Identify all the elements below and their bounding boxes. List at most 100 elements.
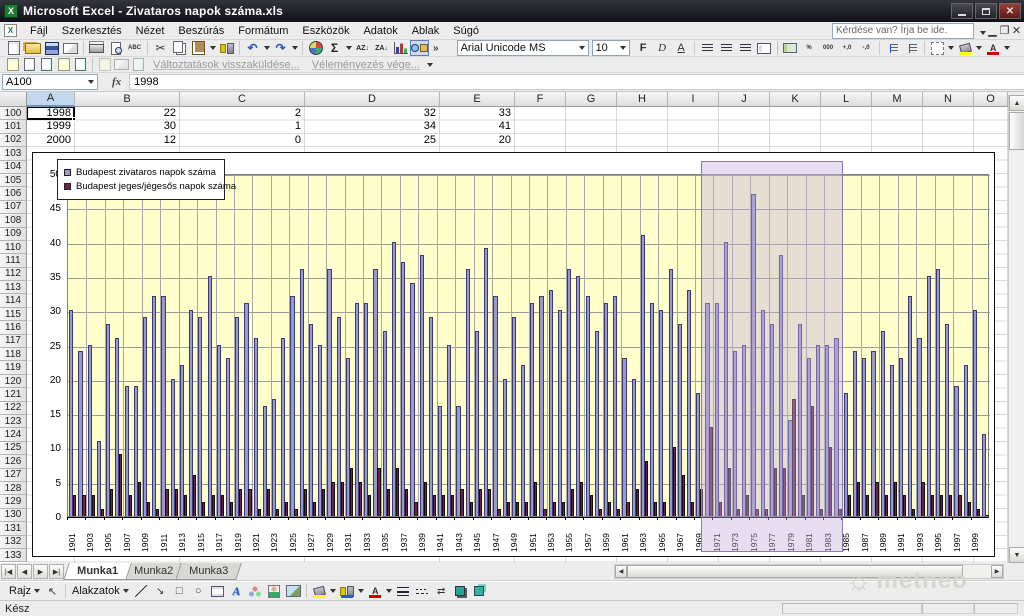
fill-color-icon[interactable] [956, 40, 975, 56]
font-size-combo[interactable]: 10 [592, 40, 630, 56]
percent-icon[interactable]: % [800, 40, 819, 56]
grid-cell-D102[interactable]: 25 [305, 134, 439, 147]
scroll-down-icon[interactable]: ▼ [1009, 547, 1024, 563]
row-header-106[interactable]: 106 [0, 187, 27, 200]
borders-icon[interactable] [928, 40, 947, 56]
line-color-icon-dropdown[interactable] [357, 583, 366, 599]
grid-cell-B101[interactable]: 30 [75, 120, 179, 133]
insert-picture-icon[interactable] [284, 583, 303, 599]
align-center-icon[interactable] [717, 40, 736, 56]
row-header-114[interactable]: 114 [0, 294, 27, 307]
3d-style-icon[interactable] [470, 583, 489, 599]
row-header-109[interactable]: 109 [0, 228, 27, 241]
hyperlink-icon[interactable] [306, 40, 325, 56]
sort-descending-icon[interactable]: ZA↓ [372, 40, 391, 56]
paste-icon-dropdown[interactable] [208, 40, 217, 56]
row-header-128[interactable]: 128 [0, 482, 27, 495]
row-header-126[interactable]: 126 [0, 455, 27, 468]
column-header-O[interactable]: O [974, 92, 1008, 107]
redo-icon[interactable]: ↷ [271, 40, 290, 56]
menu-beszrs[interactable]: Beszúrás [171, 23, 231, 39]
grid-cell-E101[interactable]: 41 [440, 120, 514, 133]
toolbar-options-icon[interactable] [426, 57, 435, 73]
row-header-122[interactable]: 122 [0, 402, 27, 415]
sort-ascending-icon[interactable]: AZ↓ [353, 40, 372, 56]
autosum-icon[interactable]: Σ [325, 40, 344, 56]
close-button[interactable]: ✕ [999, 3, 1021, 19]
grid-cell-B102[interactable]: 12 [75, 134, 179, 147]
fill-color-icon-dropdown[interactable] [329, 583, 338, 599]
menu-fjl[interactable]: Fájl [23, 23, 55, 39]
rectangle-shape-icon[interactable]: □ [170, 583, 189, 599]
formula-input[interactable]: 1998 [129, 74, 1024, 90]
workbook-close-button[interactable]: ✕ [1011, 24, 1022, 37]
thousands-icon[interactable]: 000 [819, 40, 838, 56]
font-color-icon-dropdown[interactable] [1003, 40, 1012, 56]
fx-icon[interactable]: fx [98, 76, 129, 88]
row-header-127[interactable]: 127 [0, 469, 27, 482]
undo-icon[interactable]: ↶ [243, 40, 262, 56]
row-header-124[interactable]: 124 [0, 428, 27, 441]
drawing-icon[interactable] [410, 40, 429, 56]
decrease-decimal-icon[interactable]: -,0 [857, 40, 876, 56]
column-header-K[interactable]: K [770, 92, 821, 107]
row-header-131[interactable]: 131 [0, 522, 27, 535]
column-header-A[interactable]: A [27, 92, 75, 107]
horizontal-scrollbar[interactable]: ◀ ▶ [614, 564, 1004, 579]
grid-cell-E102[interactable]: 20 [440, 134, 514, 147]
sheet-tab-munka1[interactable]: Munka1 [63, 563, 131, 580]
bold-button[interactable]: F [634, 40, 653, 56]
next-sheet-icon[interactable]: ▶ [33, 564, 48, 579]
column-header-N[interactable]: N [923, 92, 974, 107]
autoshapes-menu-button[interactable]: Alakzatok [69, 585, 132, 597]
last-sheet-icon[interactable]: ▶| [49, 564, 64, 579]
fill-handle[interactable] [72, 117, 76, 121]
scroll-right-icon[interactable]: ▶ [991, 565, 1003, 578]
scroll-left-icon[interactable]: ◀ [615, 565, 627, 578]
row-header-120[interactable]: 120 [0, 375, 27, 388]
shadow-style-icon[interactable] [451, 583, 470, 599]
grid-cell-E100[interactable]: 33 [440, 107, 514, 120]
font-name-combo[interactable]: Arial Unicode MS [457, 40, 589, 56]
show-comment-icon[interactable] [55, 58, 72, 72]
grid-cell-D100[interactable]: 32 [305, 107, 439, 120]
select-pointer-icon[interactable]: ↖ [43, 583, 62, 599]
row-header-121[interactable]: 121 [0, 388, 27, 401]
vertical-scrollbar[interactable]: ▲ ▼ [1008, 95, 1024, 563]
fill-color-icon-dropdown[interactable] [975, 40, 984, 56]
grid-cell-D101[interactable]: 34 [305, 120, 439, 133]
row-header-130[interactable]: 130 [0, 509, 27, 522]
row-header-108[interactable]: 108 [0, 214, 27, 227]
minimize-button[interactable] [951, 3, 973, 19]
merge-center-icon[interactable] [755, 40, 774, 56]
borders-icon-dropdown[interactable] [947, 40, 956, 56]
grid-cell-A101[interactable]: 1999 [27, 120, 74, 133]
diagram-icon[interactable] [246, 583, 265, 599]
column-header-I[interactable]: I [668, 92, 719, 107]
workbook-minimize-button[interactable]: ▁ [987, 24, 998, 37]
prev-sheet-icon[interactable]: ◀ [17, 564, 32, 579]
text-box-icon[interactable] [208, 583, 227, 599]
wordart-icon[interactable]: A [227, 583, 246, 599]
grid-cell-A102[interactable]: 2000 [27, 134, 74, 147]
question-dropdown-icon[interactable] [980, 26, 986, 38]
row-header-104[interactable]: 104 [0, 161, 27, 174]
row-header-103[interactable]: 103 [0, 147, 27, 160]
font-color-icon-dropdown[interactable] [385, 583, 394, 599]
dash-style-icon[interactable] [413, 583, 432, 599]
draw-menu-button[interactable]: Rajz [6, 585, 43, 597]
row-header-123[interactable]: 123 [0, 415, 27, 428]
row-header-132[interactable]: 132 [0, 536, 27, 549]
menu-eszkzk[interactable]: Eszközök [295, 23, 356, 39]
increase-decimal-icon[interactable]: +,0 [838, 40, 857, 56]
row-header-117[interactable]: 117 [0, 335, 27, 348]
row-header-133[interactable]: 133 [0, 549, 27, 562]
line-shape-icon[interactable] [132, 583, 151, 599]
row-header-101[interactable]: 101 [0, 120, 27, 133]
edit-comment-icon[interactable] [4, 58, 21, 72]
mail-icon[interactable] [61, 40, 80, 56]
autosum-icon-dropdown[interactable] [344, 40, 353, 56]
grid-cell-C100[interactable]: 2 [180, 107, 304, 120]
arrow-shape-icon[interactable]: ↘ [151, 583, 170, 599]
row-header-111[interactable]: 111 [0, 254, 27, 267]
